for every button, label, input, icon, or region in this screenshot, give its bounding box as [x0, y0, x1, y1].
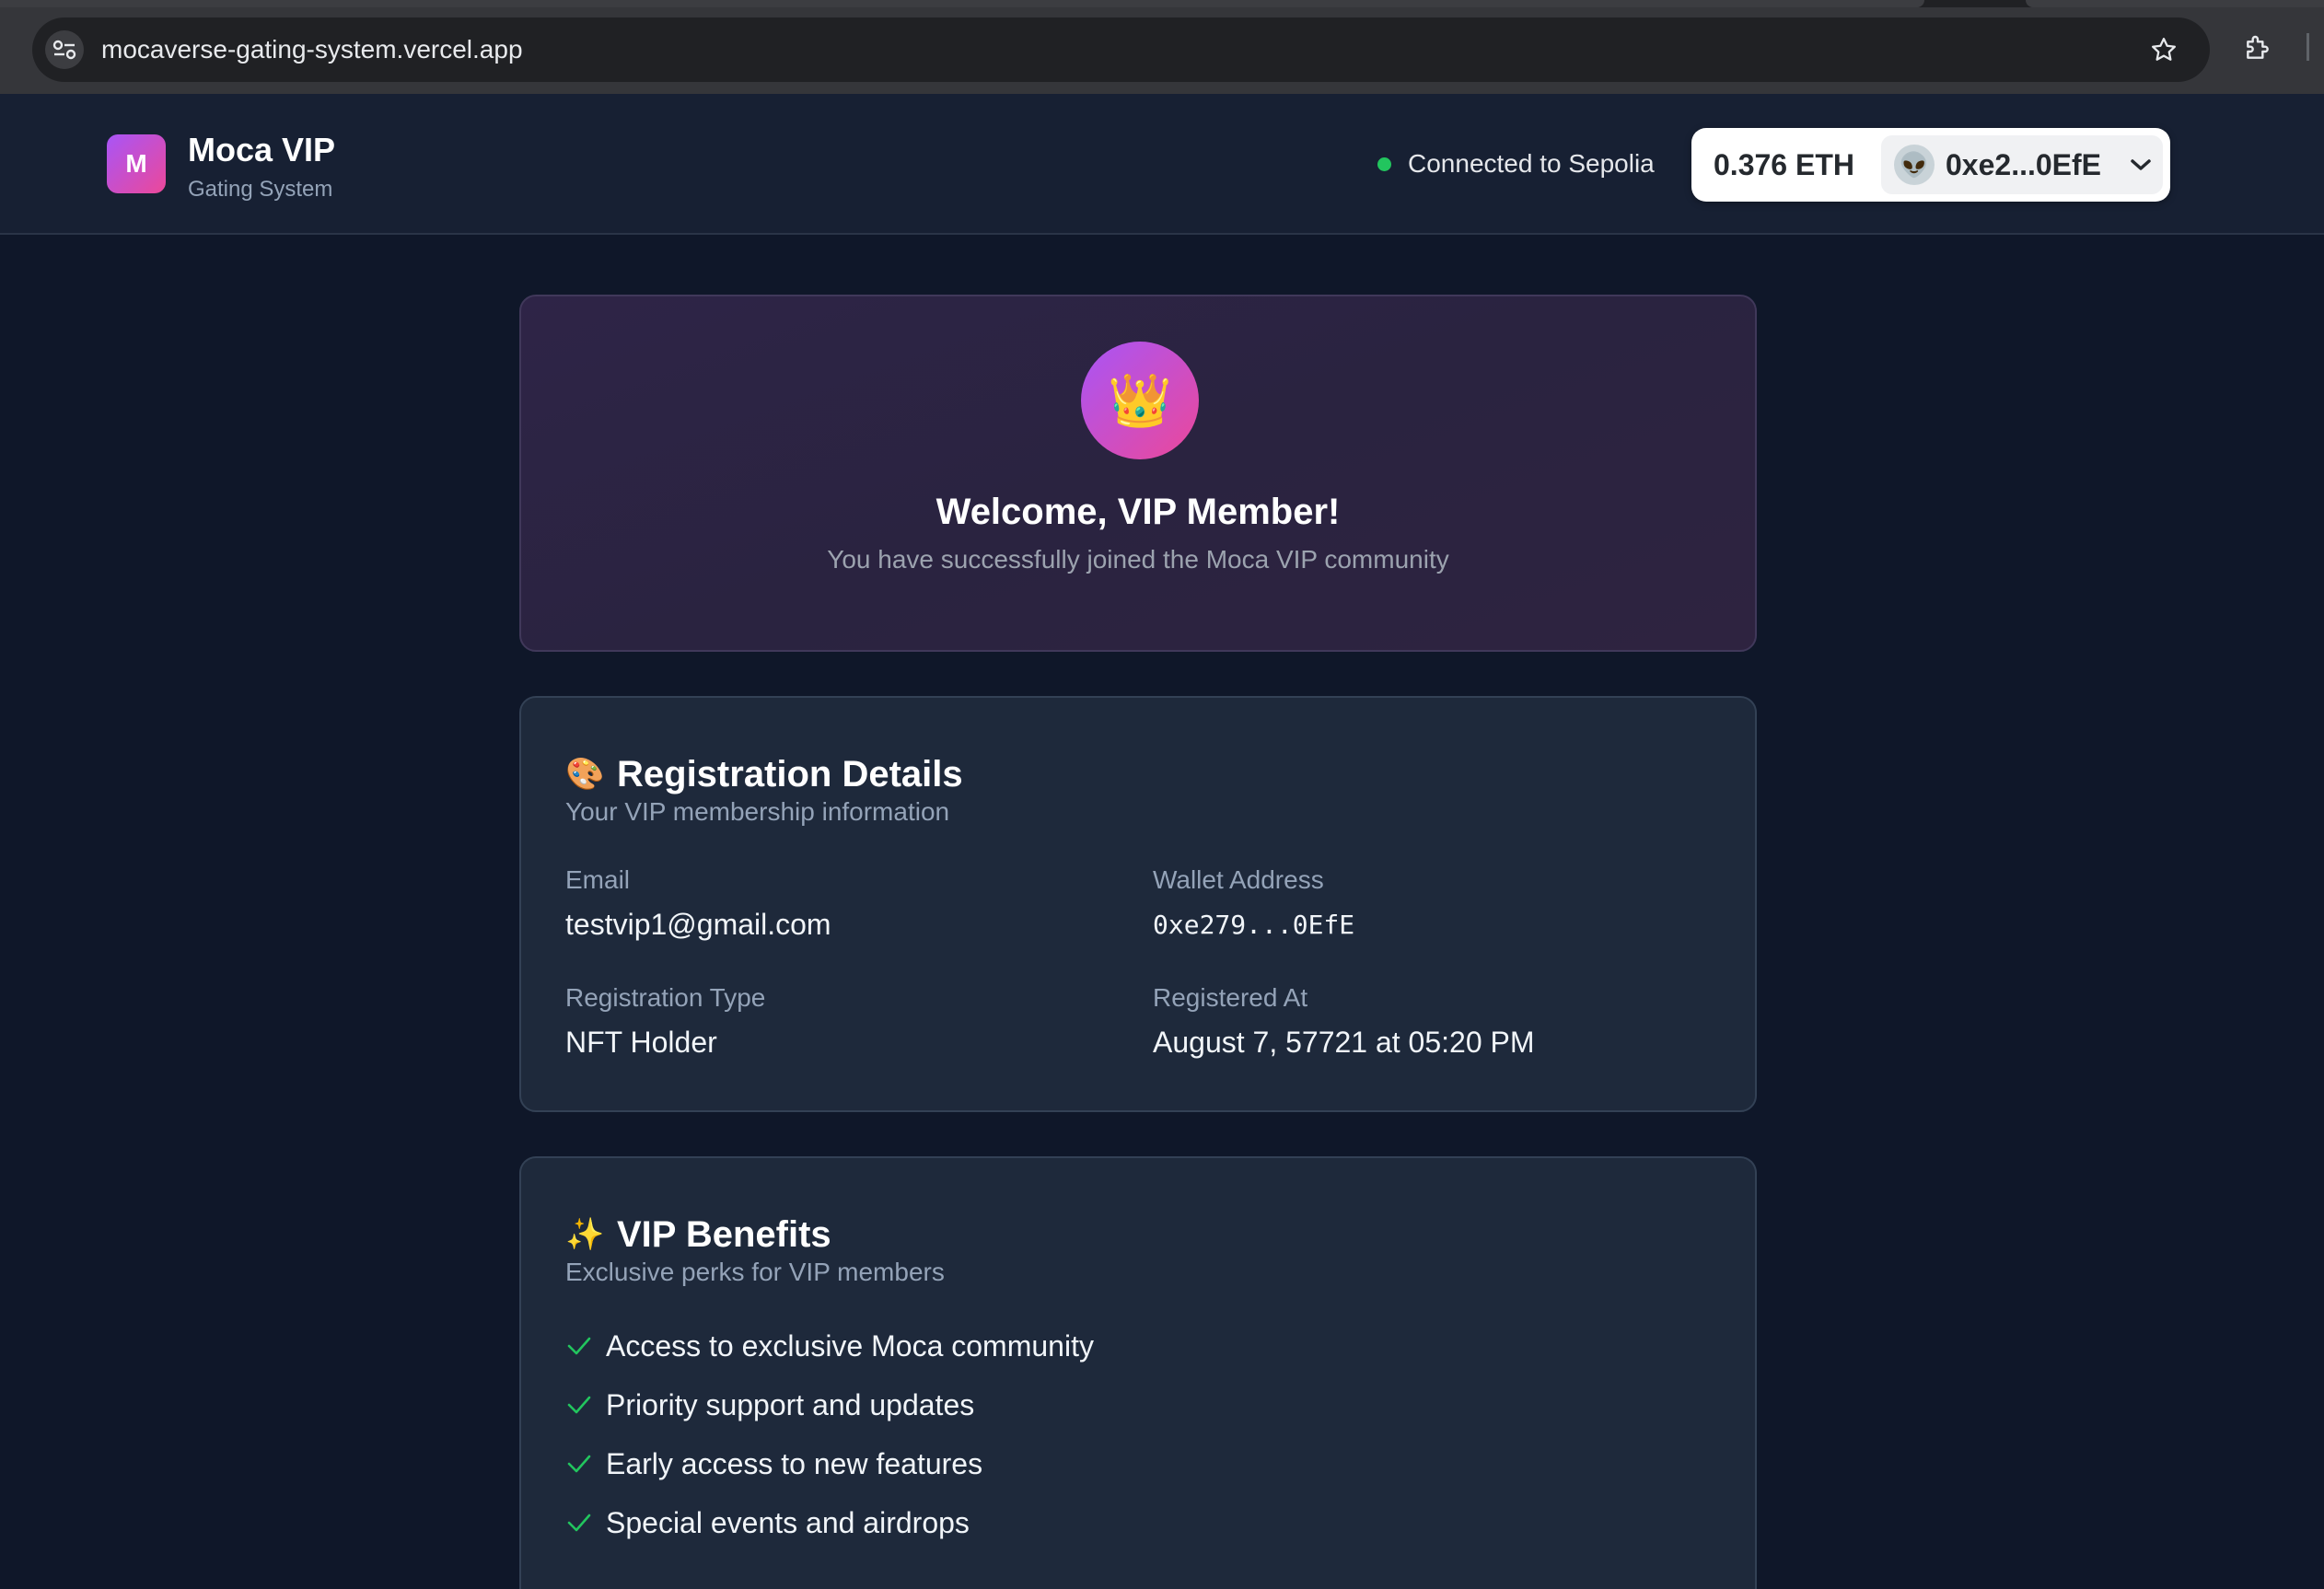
wallet-address-value: 0xe279...0EfE [1153, 910, 1355, 940]
email-field: Email testvip1@gmail.com [565, 865, 831, 942]
network-status-label: Connected to Sepolia [1408, 149, 1655, 178]
wallet-connect-button[interactable]: 0.376 ETH 👽 0xe2...0EfE [1691, 128, 2170, 202]
benefit-text: Special events and airdrops [606, 1505, 970, 1539]
account-avatar: 👽 [1894, 145, 1935, 185]
brand-title: Moca VIP [188, 131, 336, 168]
section-subtitle: Exclusive perks for VIP members [565, 1258, 945, 1286]
vip-benefits-card: ✨ VIP Benefits Exclusive perks for VIP m… [519, 1156, 1757, 1589]
welcome-subtitle: You have successfully joined the Moca VI… [827, 545, 1449, 574]
extensions-puzzle-icon[interactable] [2241, 31, 2274, 64]
account-address: 0xe2...0EfE [1946, 148, 2101, 181]
wallet-address-field: Wallet Address 0xe279...0EfE [1153, 865, 1354, 940]
benefit-text: Access to exclusive Moca community [606, 1328, 1094, 1363]
app-logo[interactable]: M [107, 134, 166, 193]
benefits-list: Access to exclusive Moca community Prior… [565, 1316, 1094, 1552]
check-icon [565, 1450, 593, 1478]
status-dot-icon [1377, 157, 1391, 171]
palette-icon: 🎨 [565, 757, 605, 792]
site-settings-icon[interactable] [45, 30, 84, 69]
browser-tab[interactable] [0, 0, 1924, 7]
welcome-card: 👑 Welcome, VIP Member! You have successf… [519, 295, 1757, 652]
field-label: Email [565, 865, 631, 894]
brand-subtitle: Gating System [188, 177, 333, 202]
crown-icon: 👑 [1081, 342, 1199, 459]
section-header: 🎨 Registration Details [565, 749, 963, 799]
benefit-text: Early access to new features [606, 1446, 983, 1480]
bookmark-star-icon[interactable] [2147, 33, 2180, 66]
list-item: Early access to new features [565, 1434, 1094, 1493]
field-label: Wallet Address [1153, 865, 1324, 894]
registration-details-card: 🎨 Registration Details Your VIP membersh… [519, 696, 1757, 1112]
list-item: Special events and airdrops [565, 1493, 1094, 1552]
toolbar-divider [2307, 33, 2309, 61]
list-item: Priority support and updates [565, 1375, 1094, 1434]
eth-balance[interactable]: 0.376 ETH [1714, 128, 1854, 202]
chevron-down-icon[interactable] [2128, 152, 2154, 178]
section-subtitle: Your VIP membership information [565, 797, 950, 826]
registration-type-value: NFT Holder [565, 1026, 717, 1059]
welcome-title: Welcome, VIP Member! [935, 492, 1341, 532]
benefit-text: Priority support and updates [606, 1387, 975, 1421]
sparkles-icon: ✨ [565, 1217, 605, 1252]
check-icon [565, 1332, 593, 1360]
browser-chrome: mocaverse-gating-system.vercel.app [0, 0, 2324, 94]
section-header: ✨ VIP Benefits [565, 1210, 831, 1259]
address-bar[interactable]: mocaverse-gating-system.vercel.app [32, 17, 2210, 82]
network-status: Connected to Sepolia [1377, 145, 1655, 182]
registration-type-field: Registration Type NFT Holder [565, 983, 765, 1060]
registered-at-field: Registered At August 7, 57721 at 05:20 P… [1153, 983, 1535, 1060]
field-label: Registered At [1153, 983, 1308, 1012]
list-item: Access to exclusive Moca community [565, 1316, 1094, 1375]
app-header: M Moca VIP Gating System Connected to Se… [0, 94, 2324, 235]
check-icon [565, 1391, 593, 1419]
section-title: VIP Benefits [617, 1213, 831, 1255]
section-title: Registration Details [617, 753, 963, 794]
field-label: Registration Type [565, 983, 766, 1012]
registered-at-value: August 7, 57721 at 05:20 PM [1153, 1026, 1535, 1059]
account-button[interactable]: 👽 0xe2...0EfE [1881, 135, 2163, 194]
email-value: testvip1@gmail.com [565, 908, 831, 941]
url-text[interactable]: mocaverse-gating-system.vercel.app [101, 17, 523, 82]
browser-tab[interactable] [2026, 0, 2324, 7]
check-icon [565, 1509, 593, 1537]
